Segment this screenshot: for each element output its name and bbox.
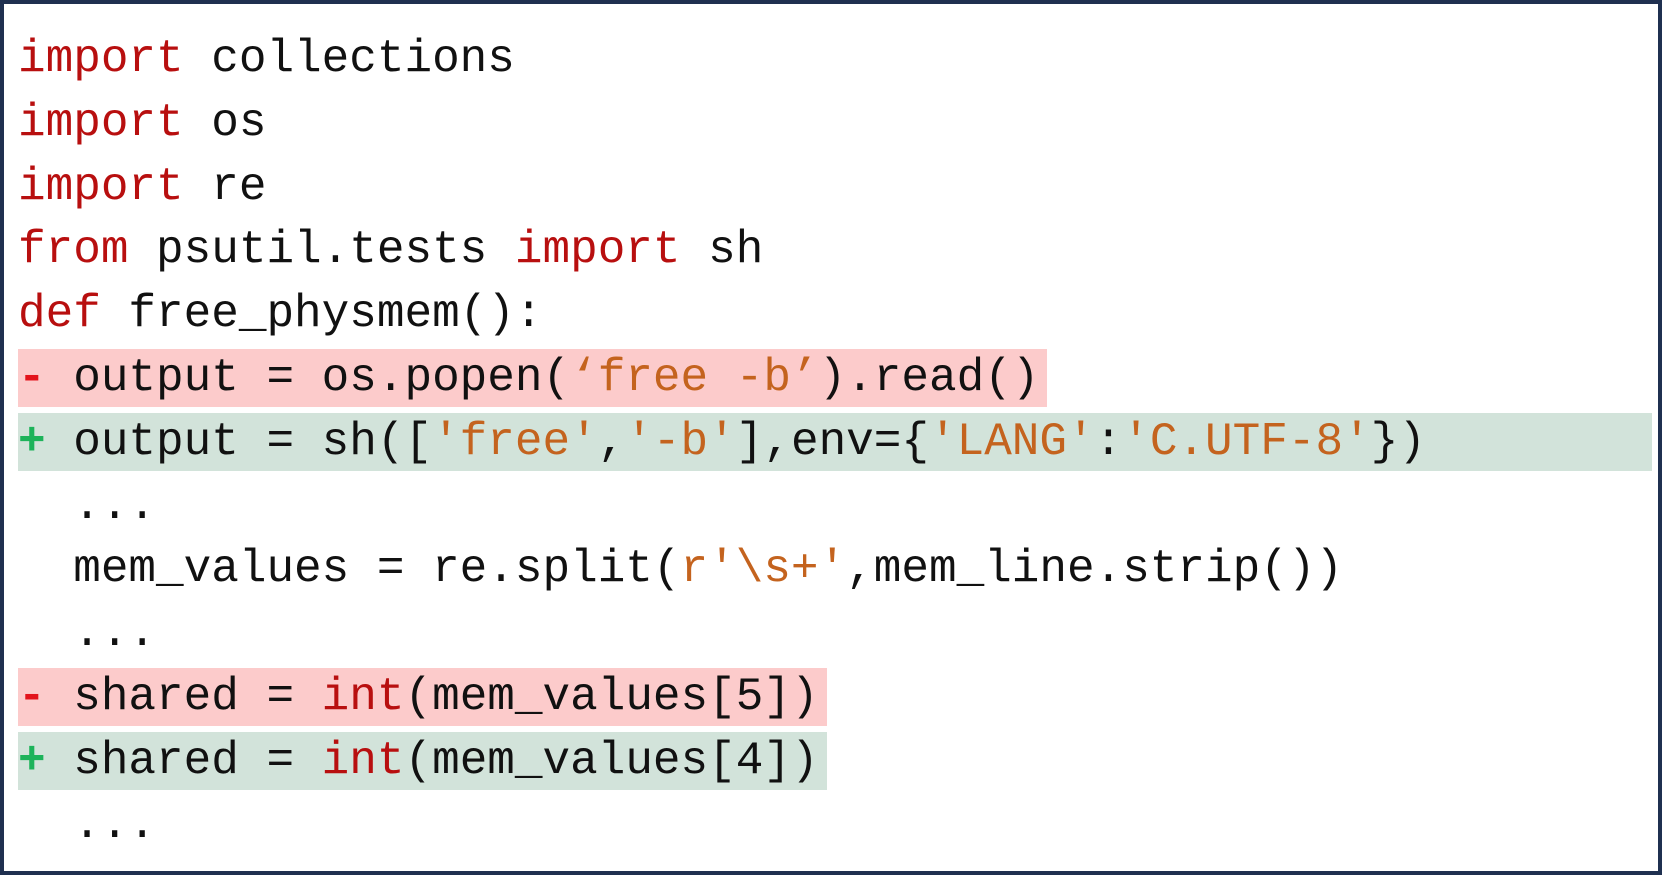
deleted-line-highlight: - output = os.popen(‘free -b’).read() [18,348,1048,407]
code-text: ,mem_line.strip()) [846,543,1344,596]
code-text: , [597,415,626,468]
code-text: : [1094,415,1123,468]
keyword: import [514,224,681,277]
code-text: (mem_values[5]) [404,670,819,723]
addition-marker: + [18,734,46,787]
code-line-6-deleted: - output = os.popen(‘free -b’).read() [18,347,1652,411]
string-literal: ‘free -b’ [570,351,819,404]
code-line-2: import os [18,92,1652,156]
code-text: output = os.popen( [45,351,571,404]
string-literal: 'free' [432,415,598,468]
deletion-marker: - [18,351,46,404]
code-line-10-ellipsis: ... [18,602,1652,666]
keyword: import [18,96,184,149]
string-literal: 'C.UTF-8' [1122,415,1371,468]
added-line-highlight: + shared = int(mem_values[4]) [18,731,827,790]
code-line-13-ellipsis: ... [18,794,1652,858]
code-line-1: import collections [18,28,1652,92]
code-text: ... [18,798,157,851]
code-block: import collections import os import re f… [18,28,1652,857]
string-literal: 'LANG' [928,415,1095,468]
string-literal: '-b' [625,415,736,468]
code-text: }) [1370,415,1426,468]
addition-marker: + [18,415,46,468]
code-text: shared = [45,670,322,723]
code-text: output = sh([ [45,415,433,468]
code-text: re [183,160,267,213]
keyword: int [321,670,405,723]
keyword: def [18,288,101,341]
code-diff-panel: import collections import os import re f… [0,0,1662,875]
keyword: int [321,734,405,787]
code-text: free_physmem(): [100,288,543,341]
code-line-9: mem_values = re.split(r'\s+',mem_line.st… [18,538,1652,602]
code-text: (mem_values[4]) [404,734,819,787]
code-text: ).read() [818,351,1040,404]
code-line-4: from psutil.tests import sh [18,219,1652,283]
code-text: psutil.tests [128,224,515,277]
keyword: import [18,33,184,85]
code-line-3: import re [18,156,1652,220]
code-text: mem_values = re.split( [18,543,681,596]
code-line-12-added: + shared = int(mem_values[4]) [18,730,1652,794]
code-text: collections [183,33,515,85]
deletion-marker: - [18,670,46,723]
code-text: ... [18,607,157,660]
code-text: ... [18,479,157,532]
code-text: ],env={ [735,415,929,468]
string-literal: r'\s+' [680,543,847,596]
code-text: sh [680,224,764,277]
keyword: from [18,224,129,277]
deleted-line-highlight: - shared = int(mem_values[5]) [18,667,827,726]
code-line-7-added: + output = sh(['free','-b'],env={'LANG':… [18,411,1652,475]
code-line-11-deleted: - shared = int(mem_values[5]) [18,666,1652,730]
code-line-8-ellipsis: ... [18,475,1652,539]
code-text: os [183,96,267,149]
keyword: import [18,160,184,213]
added-line-highlight: + output = sh(['free','-b'],env={'LANG':… [18,412,1652,471]
code-line-5: def free_physmem(): [18,283,1652,347]
code-text: shared = [45,734,322,787]
